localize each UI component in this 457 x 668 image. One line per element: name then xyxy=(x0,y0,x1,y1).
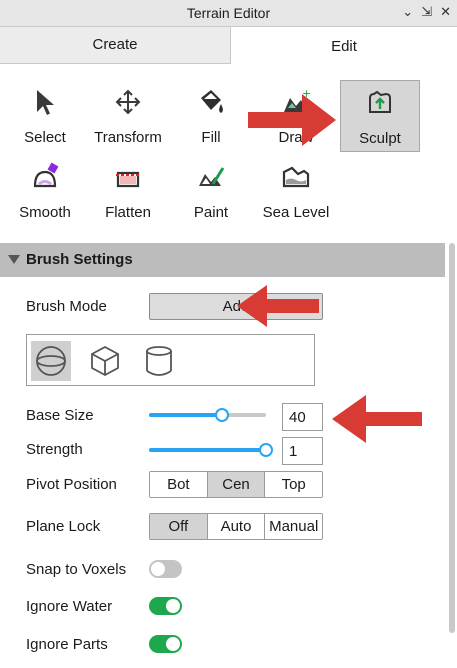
cylinder-icon[interactable] xyxy=(139,341,179,381)
collapse-caret-icon xyxy=(8,255,20,264)
slider-thumb[interactable] xyxy=(214,408,229,422)
flatten-icon xyxy=(88,159,168,195)
tool-smooth[interactable]: Smooth xyxy=(5,155,85,227)
strength-label: Strength xyxy=(26,441,83,458)
tab-bar: Create Edit xyxy=(0,27,457,64)
pivot-cen-button[interactable]: Cen xyxy=(207,472,266,497)
undock-icon[interactable]: ⇲ xyxy=(421,4,432,20)
pivot-bot-button[interactable]: Bot xyxy=(150,472,208,497)
tool-paint[interactable]: Paint xyxy=(171,155,251,227)
toggle-knob xyxy=(151,562,165,576)
plane-lock-selector: Off Auto Manual xyxy=(149,513,323,540)
brush-shape-selector xyxy=(26,334,315,386)
tab-create[interactable]: Create xyxy=(0,27,231,64)
sphere-icon[interactable] xyxy=(31,341,71,381)
brush-mode-label: Brush Mode xyxy=(26,298,107,315)
annotation-arrow xyxy=(332,395,422,443)
tool-label: Sculpt xyxy=(359,130,401,147)
snap-to-voxels-label: Snap to Voxels xyxy=(26,561,127,578)
cursor-icon xyxy=(5,84,85,120)
cube-icon[interactable] xyxy=(85,341,125,381)
tool-sea-level[interactable]: Sea Level xyxy=(256,155,336,227)
annotation-arrow xyxy=(237,285,319,327)
slider-thumb[interactable] xyxy=(259,443,273,457)
pivot-position-selector: Bot Cen Top xyxy=(149,471,323,498)
strength-input[interactable]: 1 xyxy=(282,437,323,465)
tool-transform[interactable]: Transform xyxy=(88,80,168,152)
plane-lock-label: Plane Lock xyxy=(26,518,101,535)
title-bar: Terrain Editor ⌄ ⇲ ✕ xyxy=(0,0,457,27)
smooth-icon xyxy=(5,159,85,195)
slider-fill xyxy=(149,448,266,452)
ignore-water-label: Ignore Water xyxy=(26,598,113,615)
base-size-slider[interactable] xyxy=(149,408,266,422)
pivot-position-label: Pivot Position xyxy=(26,476,117,493)
slider-fill xyxy=(149,413,222,417)
scrollbar[interactable] xyxy=(449,243,455,633)
base-size-label: Base Size xyxy=(26,407,94,424)
ignore-water-toggle[interactable] xyxy=(149,597,182,615)
tool-fill[interactable]: Fill xyxy=(171,80,251,152)
close-icon[interactable]: ✕ xyxy=(440,4,451,20)
ignore-parts-label: Ignore Parts xyxy=(26,636,108,653)
base-size-input[interactable]: 40 xyxy=(282,403,323,431)
plane-lock-manual-button[interactable]: Manual xyxy=(265,514,322,539)
tool-sculpt[interactable]: Sculpt xyxy=(340,80,420,152)
section-title: Brush Settings xyxy=(26,251,133,268)
sea-level-icon xyxy=(256,159,336,195)
collapse-icon[interactable]: ⌄ xyxy=(402,4,413,20)
strength-slider[interactable] xyxy=(149,443,273,457)
toggle-knob xyxy=(166,599,180,613)
annotation-arrow xyxy=(248,94,336,146)
snap-to-voxels-toggle[interactable] xyxy=(149,560,182,578)
terrain-sculpt-icon xyxy=(341,85,419,121)
tab-edit[interactable]: Edit xyxy=(231,27,457,64)
tool-label: Sea Level xyxy=(262,204,330,221)
window-title: Terrain Editor xyxy=(186,5,271,21)
tool-select[interactable]: Select xyxy=(5,80,85,152)
toggle-knob xyxy=(166,637,180,651)
pivot-top-button[interactable]: Top xyxy=(265,472,322,497)
move-arrows-icon xyxy=(88,84,168,120)
tool-flatten[interactable]: Flatten xyxy=(88,155,168,227)
plane-lock-off-button[interactable]: Off xyxy=(150,514,208,539)
terrain-paint-icon xyxy=(171,159,251,195)
ignore-parts-toggle[interactable] xyxy=(149,635,182,653)
paint-bucket-icon xyxy=(171,84,251,120)
brush-settings-header[interactable]: Brush Settings xyxy=(0,243,445,277)
plane-lock-auto-button[interactable]: Auto xyxy=(207,514,266,539)
